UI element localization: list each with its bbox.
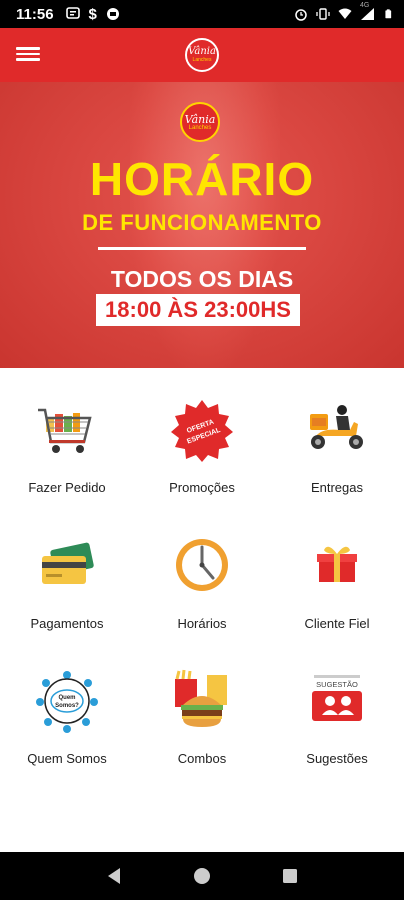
menu-item-sugestoes[interactable]: SUGESTÃO Sugestões xyxy=(270,639,404,774)
network-type-label: 4G xyxy=(360,2,370,9)
status-time: 11:56 xyxy=(16,5,54,23)
menu-item-horarios[interactable]: Horários xyxy=(135,504,269,639)
menu-item-cliente-fiel[interactable]: Cliente Fiel xyxy=(270,504,404,639)
menu-item-entregas[interactable]: Entregas xyxy=(270,368,404,503)
burger-combo-icon xyxy=(175,669,227,727)
suggestion-badge-text: SUGESTÃO xyxy=(316,680,358,689)
gift-icon xyxy=(317,546,357,582)
banner-logo-subtext: Lanches xyxy=(188,124,212,131)
banner-divider xyxy=(98,247,306,250)
app-logo-text: Vânia xyxy=(188,46,216,57)
menu-item-label: Horários xyxy=(177,616,227,631)
system-nav-bar xyxy=(0,852,404,900)
menu-item-label: Pagamentos xyxy=(30,616,104,631)
banner-hours: 18:00 ÀS 23:00HS xyxy=(96,294,300,326)
app-bar: Vânia Lanches xyxy=(0,28,404,82)
banner-days: TODOS OS DIAS xyxy=(110,266,294,292)
back-icon[interactable] xyxy=(104,866,124,886)
home-icon[interactable] xyxy=(192,866,212,886)
special-offer-badge-icon: OFERTA ESPECIAL xyxy=(171,400,233,462)
alarm-icon xyxy=(295,9,307,21)
menu-item-label: Sugestões xyxy=(306,751,368,766)
who-we-are-badge-text: Somos? xyxy=(55,703,79,709)
app-logo-subtext: Lanches xyxy=(192,57,212,63)
hamburger-menu-icon[interactable] xyxy=(16,44,40,66)
menu-item-combos[interactable]: Combos xyxy=(135,639,269,774)
suggestion-icon: SUGESTÃO xyxy=(312,675,362,721)
menu-item-label: Promoções xyxy=(169,480,235,495)
data-saver-icon xyxy=(106,8,119,20)
banner-logo-text: Vânia xyxy=(184,112,216,126)
menu-item-fazer-pedido[interactable]: Fazer Pedido xyxy=(0,368,134,503)
shopping-cart-icon xyxy=(38,408,92,453)
menu-item-label: Entregas xyxy=(310,480,364,495)
menu-grid: Fazer Pedido OFERTA ESPECIAL Promoções E… xyxy=(0,368,404,852)
delivery-scooter-icon xyxy=(310,405,363,449)
banner-subtitle: DE FUNCIONAMENTO xyxy=(82,210,322,235)
status-bar: 11:56 $ 4G xyxy=(0,0,404,28)
menu-item-label: Fazer Pedido xyxy=(28,480,106,495)
signal-4g-icon: 4G xyxy=(360,2,376,21)
menu-item-promocoes[interactable]: OFERTA ESPECIAL Promoções xyxy=(135,368,269,503)
who-we-are-badge-text: Quem xyxy=(58,695,75,701)
app-logo: Vânia Lanches xyxy=(185,38,219,72)
message-icon xyxy=(65,7,80,19)
menu-item-label: Quem Somos xyxy=(27,751,107,766)
clock-icon xyxy=(176,539,228,591)
banner-title: HORÁRIO xyxy=(89,153,315,205)
menu-item-quem-somos[interactable]: Quem Somos? Quem Somos xyxy=(0,639,134,774)
vibrate-icon xyxy=(316,8,330,20)
menu-item-label: Combos xyxy=(177,751,227,766)
credit-card-icon xyxy=(42,542,94,584)
wifi-icon xyxy=(338,8,352,19)
recents-icon[interactable] xyxy=(280,866,300,886)
battery-icon xyxy=(385,9,392,19)
who-we-are-icon: Quem Somos? xyxy=(36,671,98,733)
banner-logo: Vânia Lanches xyxy=(180,102,220,142)
dollar-icon: $ xyxy=(88,5,97,23)
menu-item-pagamentos[interactable]: Pagamentos xyxy=(0,504,134,639)
banner-carousel[interactable]: Vânia Lanches HORÁRIO DE FUNCIONAMENTO T… xyxy=(0,82,404,368)
menu-item-label: Cliente Fiel xyxy=(304,616,370,631)
